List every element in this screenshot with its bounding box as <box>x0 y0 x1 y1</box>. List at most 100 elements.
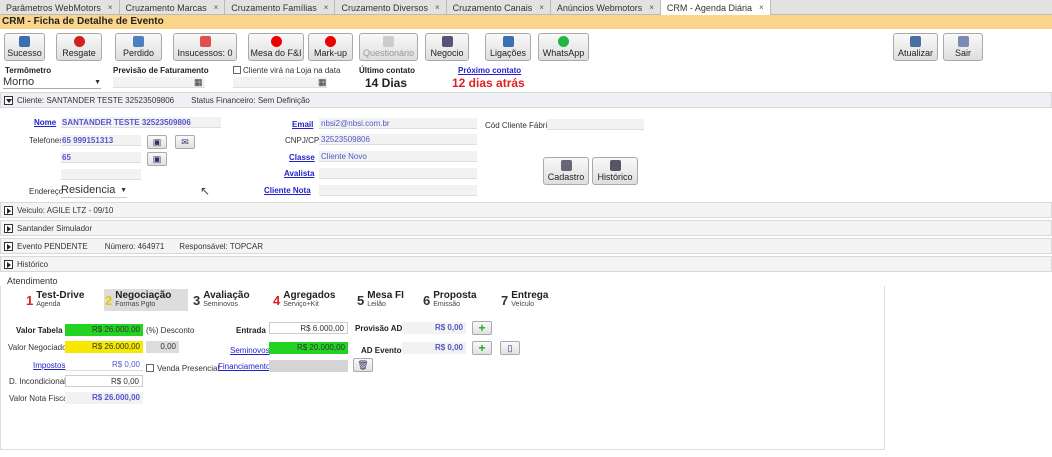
ad-evento-value: R$ 0,00 <box>402 342 466 354</box>
tab-cruzamento-canais[interactable]: Cruzamento Canais × <box>447 0 551 15</box>
expand-icon[interactable] <box>4 241 13 251</box>
step-proposta[interactable]: 6 Proposta Emissão <box>423 289 477 311</box>
seminovos-link[interactable]: Seminovos <box>230 346 270 355</box>
calls-icon <box>502 36 514 47</box>
close-icon[interactable]: × <box>649 3 654 12</box>
previsao-faturamento-input[interactable] <box>113 77 205 88</box>
d-incondicional-input[interactable]: R$ 0,00 <box>65 375 143 387</box>
valor-tabela-field: R$ 26.000,00 <box>65 324 143 336</box>
step-agregados[interactable]: 4 Agregados Serviço+Kit <box>273 289 335 311</box>
cliente-loja-data-input[interactable] <box>233 77 327 88</box>
tab-crm-agenda-diaria[interactable]: CRM - Agenda Diária × <box>660 0 771 15</box>
email-value: nbsi2@nbsi.com.br <box>321 119 390 128</box>
desconto-input[interactable]: 0,00 <box>146 341 179 353</box>
termometro-label: Termômetro <box>5 66 52 75</box>
negocio-button[interactable]: Negocio <box>425 33 469 61</box>
cadastro-button[interactable]: Cadastro <box>543 157 589 185</box>
tab-anuncios-webmotors[interactable]: Anúncios Webmotors × <box>551 0 661 15</box>
ad-evento-label: AD Evento <box>361 346 402 355</box>
endereco-label: Endereço <box>29 187 64 196</box>
telefone-3-field[interactable] <box>61 169 141 180</box>
tab-cruzamento-familias[interactable]: Cruzamento Famílias × <box>225 0 336 15</box>
veiculo-section-header[interactable]: Veiculo: AGILE LTZ - 09/10 <box>0 202 1052 218</box>
calendar-icon[interactable]: ▦ <box>194 77 203 88</box>
atualizar-button[interactable]: Atualizar <box>893 33 938 61</box>
step-negociacao[interactable]: 2 Negociação Formas Pgto <box>105 289 171 311</box>
expand-icon[interactable] <box>4 205 13 215</box>
seminovos-field: R$ 20.000,00 <box>269 342 348 354</box>
perdido-button[interactable]: Perdido <box>115 33 162 61</box>
close-icon[interactable]: × <box>214 3 219 12</box>
collapse-icon[interactable] <box>4 95 13 105</box>
impostos-link[interactable]: Impostos <box>33 361 65 370</box>
cliente-loja-label: Cliente virá na Loja na data <box>243 66 341 75</box>
step-test-drive[interactable]: 1 Test-Drive Agenda <box>26 289 84 311</box>
step-mesa-fi[interactable]: 5 Mesa FI Leilão <box>357 289 404 311</box>
email-icon[interactable]: ✉ <box>175 135 195 149</box>
resgate-button[interactable]: Resgate <box>56 33 102 61</box>
expand-icon[interactable] <box>4 259 13 269</box>
add-provisao-button[interactable]: + <box>472 321 492 335</box>
proximo-contato-link[interactable]: Próximo contato <box>458 66 521 75</box>
document-icon <box>133 36 144 47</box>
endereco-select[interactable]: Residencia ▼ <box>61 184 127 198</box>
tab-cruzamento-diversos[interactable]: Cruzamento Diversos × <box>335 0 447 15</box>
close-icon[interactable]: × <box>759 3 764 12</box>
nome-label[interactable]: Nome <box>34 118 56 127</box>
cliente-nota-field[interactable] <box>319 185 477 196</box>
step-entrega[interactable]: 7 Entrega Veículo <box>501 289 548 311</box>
ligacoes-button[interactable]: Ligações <box>485 33 531 61</box>
provisao-ad-label: Provisão AD <box>355 324 403 333</box>
sair-button[interactable]: Sair <box>943 33 983 61</box>
venda-presencial-label: Venda Presencial <box>157 364 220 373</box>
mesa-fi-button[interactable]: Mesa do F&I <box>248 33 304 61</box>
trash-icon[interactable]: 🗑 <box>353 358 373 372</box>
add-phone-button[interactable]: ▣ <box>147 135 167 149</box>
historico-section-header[interactable]: Histórico <box>0 256 1052 272</box>
expand-icon[interactable] <box>4 223 13 233</box>
add-phone-button[interactable]: ▣ <box>147 152 167 166</box>
telefone-2-value: 65 <box>62 153 71 162</box>
close-icon[interactable]: × <box>539 3 544 12</box>
questionario-button[interactable]: Questionário <box>359 33 418 61</box>
valor-tabela-label: Valor Tabela <box>16 326 63 335</box>
cod-cliente-field[interactable] <box>547 119 644 130</box>
termometro-select[interactable]: Morno ▼ <box>3 76 101 89</box>
toolbar: Sucesso Resgate Perdido Insucessos: 0 Me… <box>0 32 1052 62</box>
email-label[interactable]: Email <box>292 120 313 129</box>
historico-button[interactable]: Histórico <box>592 157 638 185</box>
venda-presencial-checkbox[interactable] <box>146 364 154 372</box>
valor-negociado-input[interactable]: R$ 26.000,00 <box>65 341 143 353</box>
avalista-label[interactable]: Avalista <box>284 169 314 178</box>
avalista-field[interactable] <box>319 168 477 179</box>
cliente-nota-label[interactable]: Cliente Nota <box>264 186 311 195</box>
questionnaire-icon <box>383 36 394 47</box>
proximo-contato-value: 12 dias atrás <box>452 76 525 90</box>
markup-button[interactable]: Mark-up <box>308 33 353 61</box>
calendar-icon[interactable]: ▦ <box>318 77 327 88</box>
add-ad-evento-button[interactable]: + <box>472 341 492 355</box>
evento-section-header[interactable]: Evento PENDENTE Número: 464971 Responsável… <box>0 238 1052 254</box>
cliente-loja-checkbox[interactable] <box>233 66 241 74</box>
financiamento-link[interactable]: Financiamento <box>218 362 270 371</box>
nome-value: SANTANDER TESTE 32523509806 <box>62 118 191 127</box>
close-icon[interactable]: × <box>324 3 329 12</box>
close-icon[interactable]: × <box>435 3 440 12</box>
classe-label[interactable]: Classe <box>289 153 315 162</box>
close-icon[interactable]: × <box>108 3 113 12</box>
simulador-section-header[interactable]: Santander Simulador <box>0 220 1052 236</box>
sucesso-button[interactable]: Sucesso <box>4 33 45 61</box>
cliente-section-header[interactable]: Cliente: SANTANDER TESTE 32523509806 Sta… <box>0 92 1052 108</box>
window-title: CRM - Ficha de Detalhe de Evento <box>0 15 1052 29</box>
previsao-faturamento-label: Previsão de Faturamento <box>113 66 209 75</box>
whatsapp-button[interactable]: WhatsApp <box>538 33 589 61</box>
step-avaliacao[interactable]: 3 Avaliação Seminovos <box>193 289 250 311</box>
tab-cruzamento-marcas[interactable]: Cruzamento Marcas × <box>120 0 226 15</box>
insucessos-button[interactable]: Insucessos: 0 <box>173 33 237 61</box>
telefone-2-field[interactable] <box>61 152 141 163</box>
attach-icon[interactable]: ▯ <box>500 341 520 355</box>
ultimo-contato-value: 14 Dias <box>365 76 408 90</box>
entrada-input[interactable]: R$ 6.000,00 <box>269 322 348 334</box>
tab-parametros-webmotors[interactable]: Parâmetros WebMotors × <box>0 0 120 15</box>
valor-negociado-label: Valor Negociado* <box>8 343 70 352</box>
